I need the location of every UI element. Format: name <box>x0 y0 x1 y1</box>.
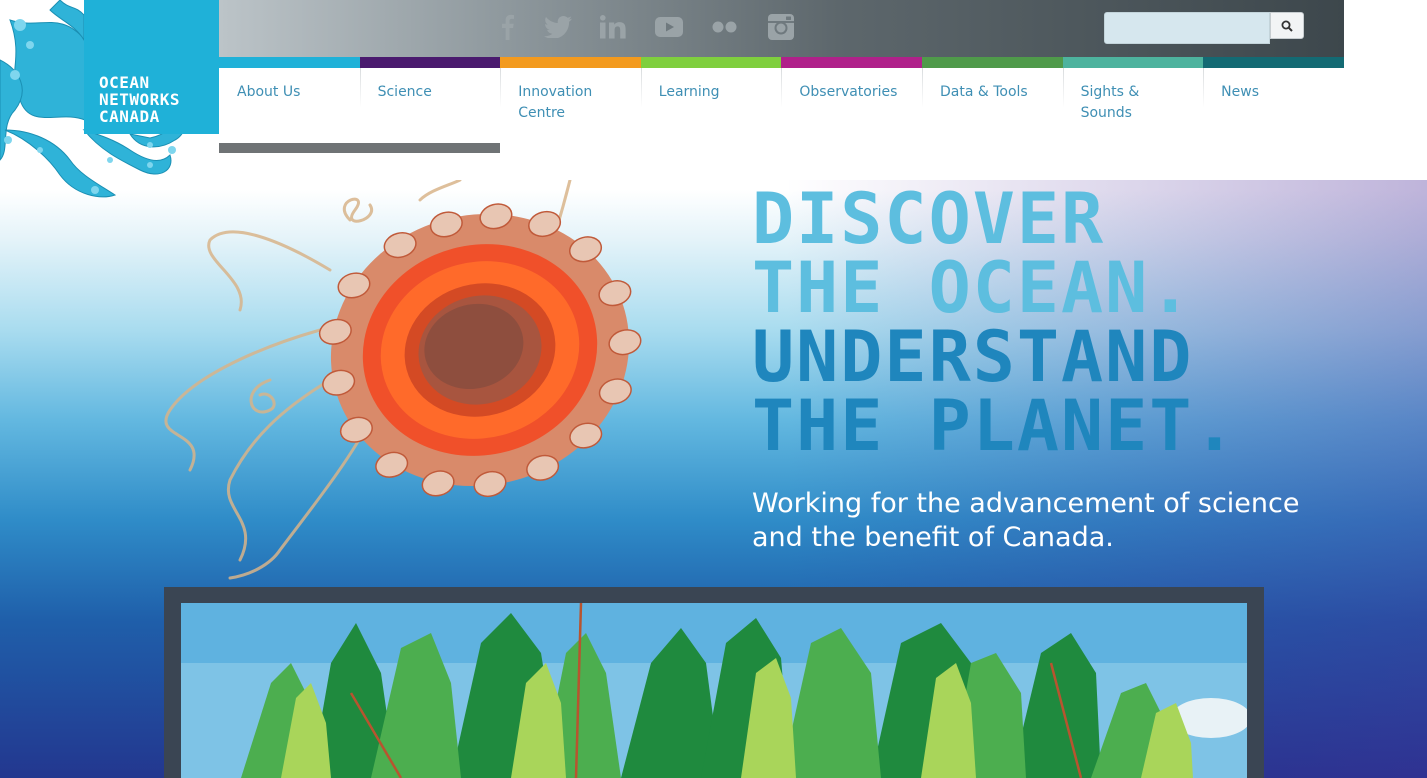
headline-line-3: UNDERSTAND <box>752 316 1194 398</box>
main-navigation: About Us Science Innovation Centre Learn… <box>219 57 1344 143</box>
hero-tagline: Working for the advancement of science a… <box>752 488 1300 553</box>
logo-line-1: OCEAN <box>99 73 150 92</box>
nav-label: News <box>1221 84 1259 100</box>
nav-submenu-strip <box>219 143 500 153</box>
nav-item-about-us[interactable]: About Us <box>219 57 360 143</box>
nav-submenu-panel <box>219 153 359 183</box>
nav-item-observatories[interactable]: Observatories <box>781 57 922 143</box>
search-button[interactable] <box>1270 12 1304 39</box>
nav-item-science[interactable]: Science <box>359 57 501 143</box>
hero-headline: DISCOVER THE OCEAN. UNDERSTAND THE PLANE… <box>752 178 1352 467</box>
headline-line-2: THE OCEAN. <box>752 247 1194 329</box>
flickr-icon[interactable] <box>708 10 742 44</box>
youtube-icon[interactable] <box>652 10 686 44</box>
featured-painting-frame[interactable] <box>164 587 1264 778</box>
nav-label: Sights & Sounds <box>1080 84 1140 121</box>
nav-item-innovation-centre[interactable]: Innovation Centre <box>500 57 641 143</box>
facebook-icon[interactable] <box>490 10 524 44</box>
nav-label: Science <box>377 84 432 100</box>
nav-label: Observatories <box>799 84 898 100</box>
nav-item-data-tools[interactable]: Data & Tools <box>921 57 1063 143</box>
headline-line-4: THE PLANET. <box>752 385 1238 467</box>
nav-submenu-panel <box>361 153 501 183</box>
site-logo[interactable]: OCEAN NETWORKS CANADA <box>84 0 219 134</box>
headline-line-1: DISCOVER <box>752 178 1106 260</box>
search-input[interactable] <box>1104 12 1270 44</box>
instagram-icon[interactable] <box>764 10 798 44</box>
logo-line-3: CANADA <box>99 107 160 126</box>
nav-item-learning[interactable]: Learning <box>640 57 782 143</box>
twitter-icon[interactable] <box>541 10 575 44</box>
logo-line-2: NETWORKS <box>99 90 181 109</box>
nav-label: About Us <box>237 84 301 100</box>
nav-item-news[interactable]: News <box>1203 57 1344 143</box>
nav-label: Data & Tools <box>939 84 1028 100</box>
nav-label: Learning <box>658 84 720 100</box>
nav-item-sights-sounds[interactable]: Sights & Sounds <box>1062 57 1204 143</box>
jellyfish-image <box>164 180 642 580</box>
search-icon <box>1281 20 1293 32</box>
linkedin-icon[interactable] <box>596 10 630 44</box>
forest-painting-image <box>181 603 1247 778</box>
nav-label: Innovation Centre <box>518 84 593 121</box>
